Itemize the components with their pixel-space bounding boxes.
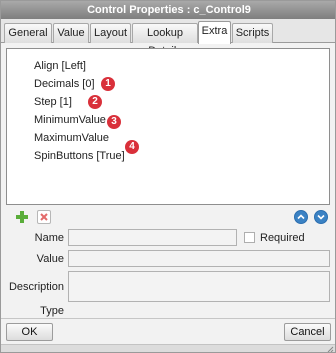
tab-general[interactable]: General (4, 23, 52, 43)
cancel-button[interactable]: Cancel (284, 323, 331, 341)
chevron-up-icon (297, 214, 305, 220)
tab-extra[interactable]: Extra (198, 21, 231, 44)
window-title: Control Properties : c_Control9 (1, 1, 335, 19)
list-item-step[interactable]: Step [1] (34, 95, 72, 109)
callout-badge-3: 3 (107, 115, 121, 129)
tab-value[interactable]: Value (53, 23, 89, 43)
name-label: Name (34, 232, 64, 244)
callout-badge-4: 4 (125, 140, 139, 154)
status-bar (1, 344, 335, 353)
delete-icon[interactable] (37, 210, 51, 224)
tab-lookup-details[interactable]: Lookup Details (132, 23, 198, 57)
ok-button[interactable]: OK (6, 323, 53, 341)
footer-divider (1, 318, 335, 319)
callout-badge-2: 2 (88, 95, 102, 109)
value-field[interactable] (68, 250, 330, 267)
required-checkbox[interactable] (244, 232, 255, 243)
tab-bar: General Value Layout Lookup Details Extr… (1, 19, 335, 57)
list-item-align[interactable]: Align [Left] (34, 59, 86, 73)
list-item-maximum-value[interactable]: MaximumValue (34, 131, 109, 145)
list-item-spin-buttons[interactable]: SpinButtons [True] (34, 149, 125, 163)
resize-grip-icon[interactable] (327, 346, 334, 353)
list-item-minimum-value[interactable]: MinimumValue (34, 113, 106, 127)
arrow-down-icon[interactable] (314, 210, 328, 224)
tab-scripts[interactable]: Scripts (232, 23, 273, 43)
name-field[interactable] (68, 229, 237, 246)
tab-layout[interactable]: Layout (90, 23, 131, 43)
value-label: Value (36, 253, 64, 265)
required-label: Required (260, 232, 305, 244)
list-item-decimals[interactable]: Decimals [0] (34, 77, 95, 91)
add-icon[interactable] (15, 210, 29, 224)
control-properties-dialog: Control Properties : c_Control9 General … (0, 0, 336, 353)
description-label: Description (8, 281, 64, 293)
chevron-down-icon (317, 214, 325, 220)
plus-icon (16, 211, 28, 223)
x-icon (40, 213, 48, 221)
extra-properties-list: Align [Left] Decimals [0] Step [1] Minim… (6, 48, 330, 205)
callout-badge-1: 1 (101, 77, 115, 91)
arrow-up-icon[interactable] (294, 210, 308, 224)
description-field[interactable] (68, 271, 330, 302)
type-label: Type (40, 305, 64, 317)
